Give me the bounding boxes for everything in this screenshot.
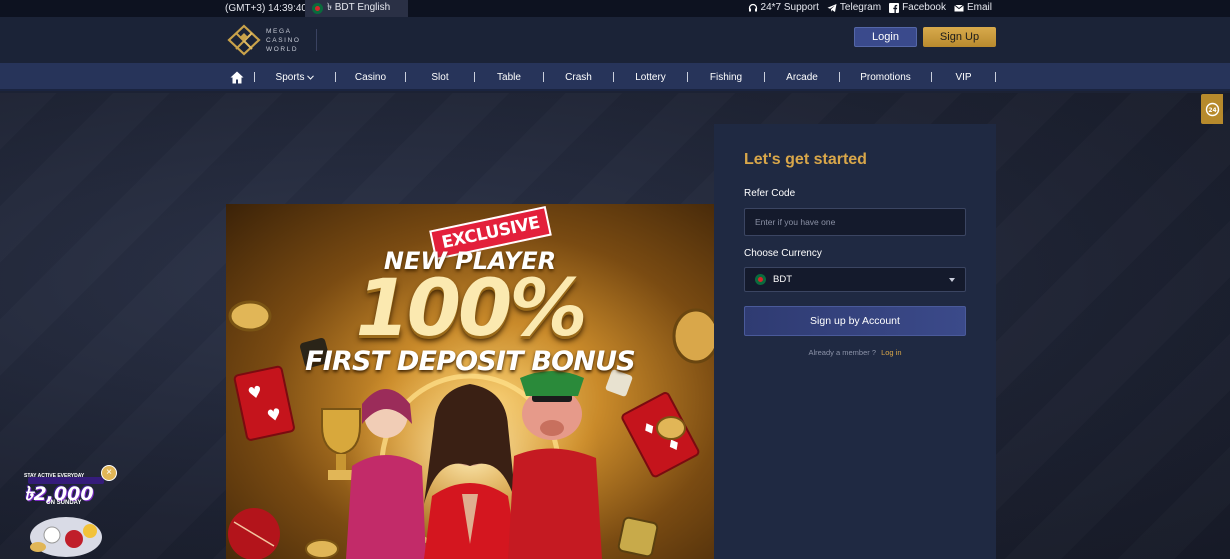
- site-header: MEGA CASINO WORLD Login Sign Up: [0, 17, 1230, 63]
- email-link[interactable]: Email: [954, 2, 992, 13]
- promo-banner[interactable]: ♥ ♥ ♦ ♦ EXCLUSIVE NEW PLAYER 100% FIRST …: [226, 204, 714, 559]
- logo-line-world: WORLD: [266, 45, 299, 53]
- nav-item-label: Sports: [275, 71, 305, 83]
- support-link[interactable]: 24*7 Support: [748, 2, 819, 13]
- live-support-float-button[interactable]: 24: [1201, 94, 1223, 124]
- top-links: 24*7 Support Telegram Facebook Email: [748, 2, 992, 13]
- refer-code-input[interactable]: Enter if you have one: [744, 208, 966, 236]
- already-member-row: Already a member ? Log in: [714, 348, 996, 357]
- promo-amount: ৳2,000: [24, 483, 94, 505]
- facebook-link[interactable]: Facebook: [889, 2, 946, 13]
- server-time: (GMT+3) 14:39:40: [225, 3, 307, 14]
- login-link[interactable]: Log in: [881, 348, 901, 357]
- site-logo[interactable]: MEGA CASINO WORLD: [227, 24, 301, 56]
- language-currency-selector[interactable]: ৳ BDT English: [305, 0, 408, 17]
- nav-item-slot[interactable]: Slot: [406, 72, 474, 83]
- support-label: 24*7 Support: [760, 2, 819, 13]
- nav-item-fishing[interactable]: Fishing: [688, 72, 764, 83]
- caret-down-icon: [949, 278, 955, 282]
- telegram-label: Telegram: [839, 2, 882, 13]
- bangladesh-flag-icon: [312, 3, 323, 14]
- nav-item-lottery[interactable]: Lottery: [614, 72, 687, 83]
- nav-item-table[interactable]: Table: [475, 72, 543, 83]
- login-button[interactable]: Login: [854, 27, 917, 47]
- logo-text: MEGA CASINO WORLD: [266, 27, 301, 54]
- headset-24-icon: 24: [1205, 102, 1219, 116]
- close-icon[interactable]: ×: [101, 465, 117, 481]
- nav-item-crash[interactable]: Crash: [544, 72, 613, 83]
- chevron-down-icon: [307, 74, 315, 80]
- currency-label: Choose Currency: [744, 248, 822, 259]
- email-icon: [954, 4, 964, 11]
- home-icon[interactable]: [230, 71, 244, 84]
- promo-top-text: STAY ACTIVE EVERYDAY: [24, 473, 85, 479]
- bangladesh-flag-icon: [755, 274, 766, 285]
- currency-select[interactable]: BDT: [744, 267, 966, 292]
- nav-item-vip[interactable]: VIP: [932, 72, 995, 83]
- headset-icon: [748, 3, 757, 11]
- main-nav: Sports Casino Slot Table Crash Lottery F…: [0, 63, 1230, 91]
- top-bar: (GMT+3) 14:39:40 ৳ BDT English 24*7 Supp…: [0, 0, 1230, 17]
- nav-item-arcade[interactable]: Arcade: [765, 72, 839, 83]
- currency-value: BDT: [773, 274, 792, 285]
- logo-divider: [316, 29, 317, 51]
- language-currency-label: ৳ BDT English: [327, 2, 391, 13]
- telegram-icon: [827, 3, 837, 12]
- logo-line-mega: MEGA: [266, 27, 292, 35]
- signup-by-account-button[interactable]: Sign up by Account: [744, 306, 966, 336]
- refer-code-label: Refer Code: [744, 188, 796, 199]
- banner-line-bonus: FIRST DEPOSIT BONUS: [305, 346, 636, 377]
- signup-form-card: Let's get started Refer Code Enter if yo…: [714, 124, 996, 559]
- logo-mark-icon: [227, 24, 261, 56]
- already-member-text: Already a member ?: [808, 348, 876, 357]
- nav-divider: [995, 72, 996, 82]
- banner-line-percent: 100%: [355, 264, 588, 354]
- nav-items: Sports Casino Slot Table Crash Lottery F…: [230, 63, 996, 91]
- svg-text:24: 24: [1208, 107, 1216, 114]
- form-title: Let's get started: [744, 151, 867, 168]
- logo-line-casino: CASINO: [266, 36, 301, 44]
- nav-item-sports[interactable]: Sports: [255, 72, 335, 83]
- signup-button[interactable]: Sign Up: [923, 27, 996, 47]
- facebook-label: Facebook: [902, 2, 946, 13]
- promo-subtext: ON SUNDAY: [46, 500, 82, 506]
- facebook-icon: [889, 2, 900, 13]
- telegram-link[interactable]: Telegram: [827, 2, 881, 13]
- nav-item-casino[interactable]: Casino: [336, 72, 405, 83]
- email-label: Email: [966, 2, 992, 13]
- floating-promo-widget[interactable]: STAY ACTIVE EVERYDAY ৳2,000 ON SUNDAY ×: [22, 465, 117, 559]
- nav-item-promotions[interactable]: Promotions: [840, 72, 931, 83]
